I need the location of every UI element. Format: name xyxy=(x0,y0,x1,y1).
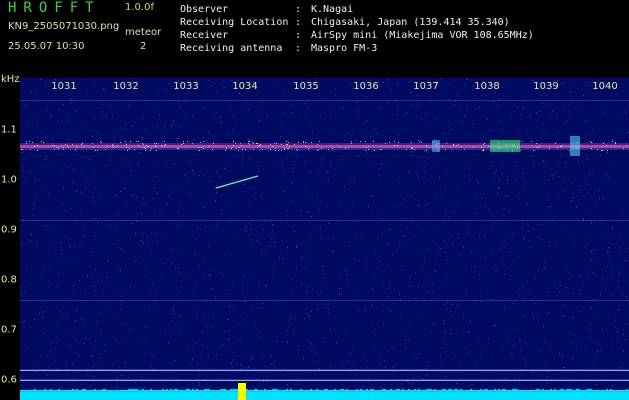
spectrogram xyxy=(20,78,629,400)
x-tick-label: 1036 xyxy=(353,81,379,92)
spectrogram-plot xyxy=(20,78,629,400)
x-tick-label: 1040 xyxy=(592,81,618,92)
bottom-rule xyxy=(20,380,629,381)
yellow-burst xyxy=(238,383,246,400)
faint-horizontal-line xyxy=(20,220,629,221)
x-tick-label: 1032 xyxy=(113,81,139,92)
baseline-band xyxy=(20,392,629,400)
app-title: HROFFT xyxy=(8,0,101,16)
y-tick-label: 1.0 xyxy=(1,174,17,186)
signal-burst xyxy=(490,140,520,152)
hroftt-window: HROFFT 1.0.0f KN9_2505071030.png meteor … xyxy=(0,0,629,400)
y-tick-label: 0.9 xyxy=(1,224,17,236)
x-tick-label: 1035 xyxy=(293,81,319,92)
faint-horizontal-line xyxy=(20,379,629,380)
y-tick-label: 0.6 xyxy=(1,374,17,386)
info-value: Maspro FM-3 xyxy=(311,43,378,54)
signal-burst xyxy=(432,140,440,152)
meteor-label: meteor xyxy=(125,27,162,38)
x-tick-label: 1034 xyxy=(232,81,258,92)
capture-datetime: 25.05.07 10:30 xyxy=(8,41,85,52)
y-tick-label: 0.8 xyxy=(1,274,17,286)
info-value: Chigasaki, Japan (139.414 35.340) xyxy=(311,17,510,28)
x-tick-label: 1037 xyxy=(413,81,439,92)
signal-layer xyxy=(20,100,629,400)
info-key: Receiver xyxy=(180,30,229,41)
meteor-count: 2 xyxy=(140,41,147,52)
faint-horizontal-line xyxy=(20,300,629,301)
info-value: AirSpy mini (Miakejima VOR 108.65MHz) xyxy=(311,30,534,41)
x-tick-label: 1038 xyxy=(474,81,500,92)
noise-layer xyxy=(20,78,629,400)
info-row-location: Receiving Location: Chigasaki, Japan (139… xyxy=(180,17,510,28)
info-row-receiver: Receiver: AirSpy mini (Miakejima VOR 108.… xyxy=(180,30,534,41)
file-name: KN9_2505071030.png xyxy=(8,21,120,32)
carrier-glow xyxy=(20,143,629,150)
info-key: Receiving antenna xyxy=(180,43,283,54)
signal-burst xyxy=(570,136,580,156)
y-tick-label: 0.7 xyxy=(1,324,17,336)
meteor-echo xyxy=(215,175,259,189)
info-row-antenna: Receiving antenna: Maspro FM-3 xyxy=(180,43,378,54)
app-version: 1.0.0f xyxy=(125,2,154,13)
station-info: Observer: K.Nagai Receiving Location: Chig… xyxy=(180,3,534,55)
x-tick-label: 1031 xyxy=(51,81,77,92)
info-value: K.Nagai xyxy=(311,4,354,15)
bottom-rule xyxy=(20,370,629,371)
faint-horizontal-line xyxy=(20,100,629,101)
y-tick-label: 1.1 xyxy=(1,124,17,136)
x-tick-label: 1033 xyxy=(173,81,199,92)
faint-horizontal-line xyxy=(20,369,629,370)
y-axis-unit: kHz xyxy=(1,74,20,85)
info-key: Receiving Location xyxy=(180,17,289,28)
info-row-observer: Observer: K.Nagai xyxy=(180,4,354,15)
info-key: Observer xyxy=(180,4,229,15)
x-tick-label: 1039 xyxy=(533,81,559,92)
